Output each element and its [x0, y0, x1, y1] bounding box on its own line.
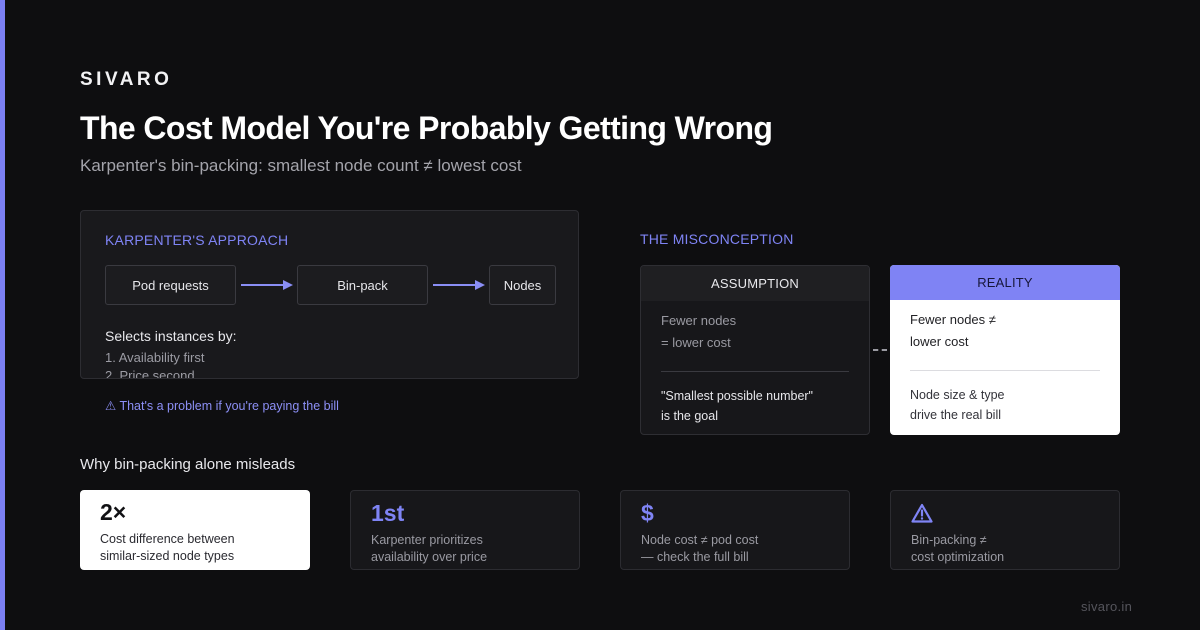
criteria-item: 2. Price second	[105, 368, 195, 379]
karpenter-approach-panel: KARPENTER'S APPROACH Pod requests Bin-pa…	[80, 210, 579, 379]
assumption-detail-line: is the goal	[661, 409, 718, 423]
misconception-heading: THE MISCONCEPTION	[640, 231, 794, 247]
accent-bar	[0, 0, 5, 630]
stat-label-line: similar-sized node types	[100, 549, 235, 563]
stat-card-priority: 1st Karpenter prioritizes availability o…	[350, 490, 580, 570]
approach-heading: KARPENTER'S APPROACH	[105, 232, 289, 248]
reality-line: lower cost	[910, 334, 969, 349]
card-divider	[661, 371, 849, 372]
footer-url: sivaro.in	[1081, 599, 1133, 614]
stat-label-line: Node cost ≠ pod cost	[641, 533, 759, 547]
flow-arrow-icon	[433, 280, 485, 290]
assumption-line: = lower cost	[661, 335, 731, 350]
page-subtitle: Karpenter's bin-packing: smallest node c…	[80, 156, 522, 175]
card-divider	[910, 370, 1100, 371]
stat-label: Karpenter prioritizes availability over …	[371, 532, 571, 566]
stat-value: 2×	[100, 499, 127, 525]
stat-label-line: Cost difference between	[100, 532, 235, 546]
selects-label: Selects instances by:	[105, 328, 237, 344]
flow-arrow-icon	[241, 280, 293, 290]
stat-card-node-cost: $ Node cost ≠ pod cost — check the full …	[620, 490, 850, 570]
criteria-list: 1. Availability first 2. Price second	[105, 349, 205, 379]
stat-label-line: Karpenter prioritizes	[371, 533, 483, 547]
stat-label: Node cost ≠ pod cost — check the full bi…	[641, 532, 841, 566]
flow-step-bin-pack: Bin-pack	[297, 265, 428, 305]
stat-label-line: availability over price	[371, 550, 488, 564]
warning-triangle-icon	[911, 503, 933, 523]
stat-label-line: cost optimization	[911, 550, 1005, 564]
stat-value: 1st	[371, 500, 405, 526]
assumption-header: ASSUMPTION	[641, 266, 869, 301]
dashed-connector	[873, 349, 887, 351]
reality-detail-line: drive the real bill	[910, 408, 1002, 422]
reality-header: REALITY	[890, 265, 1120, 300]
stat-label-line: — check the full bill	[641, 550, 749, 564]
stat-value: $	[641, 500, 654, 526]
reality-line: Fewer nodes ≠	[910, 312, 996, 327]
reality-card: REALITY Fewer nodes ≠ lower cost Node si…	[890, 265, 1120, 435]
reality-detail-line: Node size & type	[910, 388, 1005, 402]
stat-label: Bin-packing ≠ cost optimization	[911, 532, 1111, 566]
stat-label: Cost difference between similar-sized no…	[100, 531, 300, 565]
assumption-line: Fewer nodes	[661, 313, 737, 328]
stat-card-cost-difference: 2× Cost difference between similar-sized…	[80, 490, 310, 570]
assumption-card: ASSUMPTION Fewer nodes = lower cost "Sma…	[640, 265, 870, 435]
why-heading: Why bin-packing alone misleads	[80, 456, 296, 473]
reality-detail: Node size & type drive the real bill	[910, 385, 1110, 425]
stat-label-line: Bin-packing ≠	[911, 533, 987, 547]
billing-warning-note: ⚠ That's a problem if you're paying the …	[105, 399, 339, 413]
stat-card-bin-packing: Bin-packing ≠ cost optimization	[890, 490, 1120, 570]
brand-logo: SIVARO	[80, 69, 173, 90]
flow-step-pod-requests: Pod requests	[105, 265, 236, 305]
criteria-item: 1. Availability first	[105, 350, 205, 365]
assumption-statement: Fewer nodes = lower cost	[661, 310, 861, 354]
flow-step-nodes: Nodes	[489, 265, 556, 305]
page-title: The Cost Model You're Probably Getting W…	[80, 110, 773, 146]
assumption-detail: "Smallest possible number" is the goal	[661, 386, 861, 426]
assumption-detail-line: "Smallest possible number"	[661, 389, 813, 403]
reality-statement: Fewer nodes ≠ lower cost	[910, 309, 1110, 353]
